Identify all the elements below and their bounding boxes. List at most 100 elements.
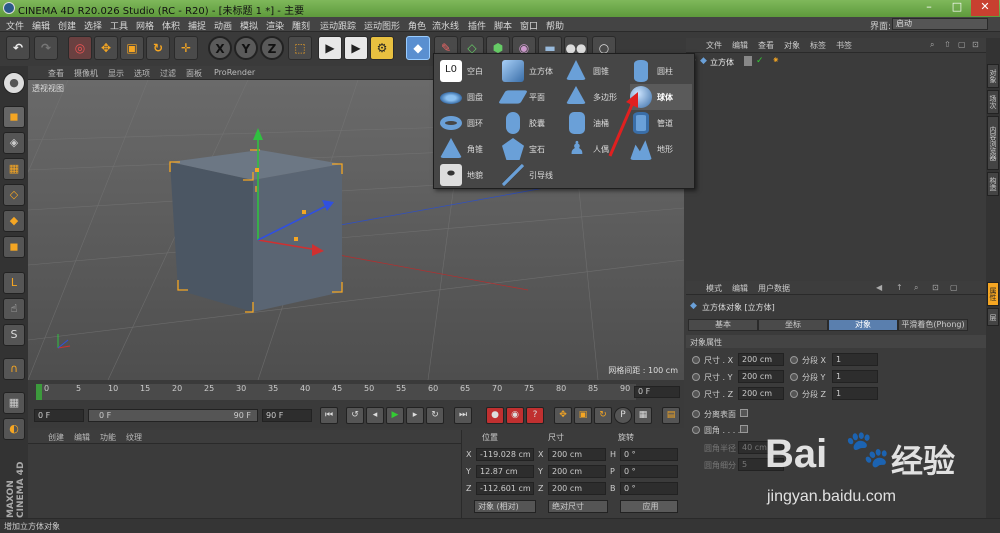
y-axis-lock-icon[interactable]: Y (234, 36, 258, 60)
current-frame-field[interactable]: 0 F (634, 386, 680, 398)
lock-icon[interactable]: ⊡ (972, 40, 979, 49)
separate-surfaces-checkbox[interactable] (740, 409, 748, 417)
menu-pipeline[interactable]: 流水线 (432, 19, 459, 32)
next-key-icon[interactable]: ↻ (426, 407, 444, 424)
workplane-grid-icon[interactable]: ▦ (3, 392, 25, 414)
am-menu-user-data[interactable]: 用户数据 (758, 283, 790, 294)
vp-menu-camera[interactable]: 摄像机 (74, 68, 98, 79)
coordinate-system-icon[interactable]: ⬚ (288, 36, 312, 60)
prev-key-icon[interactable]: ↺ (346, 407, 364, 424)
segments-z-animate[interactable] (790, 390, 798, 398)
z-axis-lock-icon[interactable]: Z (260, 36, 284, 60)
x-axis-lock-icon[interactable]: X (208, 36, 232, 60)
enable-axis-icon[interactable]: L (3, 272, 25, 294)
tab-objects[interactable]: 对象 (987, 64, 999, 88)
mat-menu-create[interactable]: 创建 (48, 432, 64, 443)
recent-tool-icon[interactable]: ✛ (174, 36, 198, 60)
tab-structure[interactable]: 构造 (987, 172, 999, 196)
object-row-cube[interactable]: ─ ◆ 立方体 ✓ ⁕ (686, 56, 986, 68)
menu-window[interactable]: 窗口 (520, 19, 538, 32)
size-y-field[interactable]: 200 cm (548, 465, 606, 478)
om-menu-tags[interactable]: 标签 (810, 40, 826, 51)
visibility-toggle[interactable] (744, 56, 752, 66)
move-icon[interactable]: ✥ (94, 36, 118, 60)
make-editable-icon[interactable]: ● (3, 72, 25, 94)
position-x-field[interactable]: -119.028 cm (476, 448, 534, 461)
size-z-field[interactable]: 200 cm (548, 482, 606, 495)
redo-icon[interactable]: ↷ (34, 36, 58, 60)
key-scale-icon[interactable]: ▣ (574, 407, 592, 424)
menu-script[interactable]: 脚本 (494, 19, 512, 32)
am-menu-edit[interactable]: 编辑 (732, 283, 748, 294)
size-z-input[interactable]: 200 cm (738, 387, 784, 400)
mat-menu-texture[interactable]: 纹理 (126, 432, 142, 443)
fillet-checkbox[interactable] (740, 425, 748, 433)
texture-mode-icon[interactable]: ◈ (3, 132, 25, 154)
layout-select[interactable]: 启动 (892, 18, 988, 30)
mat-menu-function[interactable]: 功能 (100, 432, 116, 443)
am-menu-mode[interactable]: 模式 (706, 283, 722, 294)
tab-content-browser[interactable]: 内容浏览器 (987, 116, 999, 170)
vp-menu-panel[interactable]: 面板 (186, 68, 202, 79)
edges-mode-icon[interactable]: ◆ (3, 210, 25, 232)
locked-workplane-icon[interactable]: ◐ (3, 418, 25, 440)
add-cube-icon[interactable]: ◆ (406, 36, 430, 60)
point-handle[interactable] (255, 168, 259, 172)
render-view-icon[interactable]: ▶ (318, 36, 342, 60)
segments-x-input[interactable]: 1 (832, 353, 878, 366)
timeline-ruler[interactable]: 0 5 10 15 20 25 30 35 40 45 50 55 60 65 … (36, 384, 636, 400)
menu-plugins[interactable]: 插件 (468, 19, 486, 32)
tab-layers[interactable]: 层 (987, 308, 999, 326)
menu-edit[interactable]: 编辑 (32, 19, 50, 32)
size-x-animate[interactable] (692, 356, 700, 364)
menu-render[interactable]: 渲染 (266, 19, 284, 32)
menu-volume[interactable]: 体积 (162, 19, 180, 32)
up-arrow-icon[interactable]: ↑ (896, 283, 903, 292)
search-icon[interactable]: ⌕ (914, 283, 918, 293)
prev-frame-icon[interactable]: ◂ (366, 407, 384, 424)
segments-z-input[interactable]: 1 (832, 387, 878, 400)
key-parameter-icon[interactable]: P (614, 407, 632, 424)
menu-select[interactable]: 选择 (84, 19, 102, 32)
playhead[interactable] (36, 384, 42, 400)
rotation-p-field[interactable]: 0 ° (620, 465, 678, 478)
size-mode-select[interactable]: 绝对尺寸 (548, 500, 608, 513)
tab-attributes[interactable]: 属性 (987, 282, 999, 306)
size-y-input[interactable]: 200 cm (738, 370, 784, 383)
position-z-field[interactable]: -112.601 cm (476, 482, 534, 495)
minimize-button[interactable]: – (915, 0, 943, 16)
size-x-field[interactable]: 200 cm (548, 448, 606, 461)
model-mode-icon[interactable]: ◼ (3, 106, 25, 128)
polygons-mode-icon[interactable]: ◼ (3, 236, 25, 258)
vp-menu-options[interactable]: 选项 (134, 68, 150, 79)
rotation-b-field[interactable]: 0 ° (620, 482, 678, 495)
frame-range-slider[interactable]: 0 F 90 F (88, 409, 258, 422)
end-frame-field[interactable]: 90 F (262, 409, 312, 422)
render-settings-icon[interactable]: ⚙ (370, 36, 394, 60)
tab-takes[interactable]: 场次 (987, 90, 999, 114)
search-icon[interactable]: ⌕ (930, 40, 934, 50)
menu-character[interactable]: 角色 (408, 19, 426, 32)
om-menu-view[interactable]: 查看 (758, 40, 774, 51)
vp-menu-prorender[interactable]: ProRender (214, 68, 255, 77)
size-y-animate[interactable] (692, 373, 700, 381)
live-select-icon[interactable]: ◎ (68, 36, 92, 60)
tab-phong[interactable]: 平滑着色(Phong) (898, 319, 968, 331)
keyframe-selection-icon[interactable]: ? (526, 407, 544, 424)
rotate-icon[interactable]: ↻ (146, 36, 170, 60)
points-mode-icon[interactable]: ◇ (3, 184, 25, 206)
apply-button[interactable]: 应用 (620, 500, 678, 513)
material-manager[interactable] (28, 444, 461, 518)
menu-create[interactable]: 创建 (58, 19, 76, 32)
start-frame-field[interactable]: 0 F (34, 409, 84, 422)
menu-tools[interactable]: 工具 (110, 19, 128, 32)
menu-help[interactable]: 帮助 (546, 19, 564, 32)
key-rotation-icon[interactable]: ↻ (594, 407, 612, 424)
undo-icon[interactable]: ↶ (6, 36, 30, 60)
object-name[interactable]: 立方体 (710, 57, 734, 68)
vp-menu-display[interactable]: 显示 (108, 68, 124, 79)
tweak-icon[interactable]: ☝ (3, 298, 25, 320)
rotation-h-field[interactable]: 0 ° (620, 448, 678, 461)
record-keys-icon[interactable]: ● (486, 407, 504, 424)
menu-sculpt[interactable]: 雕刻 (292, 19, 310, 32)
